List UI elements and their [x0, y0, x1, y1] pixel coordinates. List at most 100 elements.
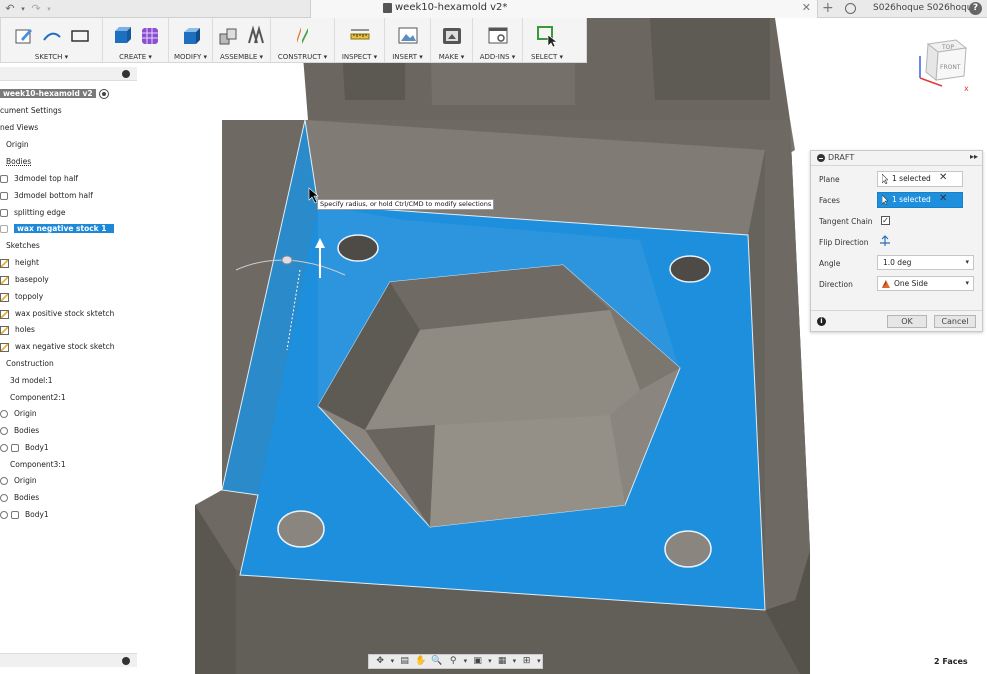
joint-icon[interactable] [245, 25, 267, 47]
construct-menu[interactable]: CONSTRUCT [278, 53, 327, 61]
insert-image-icon[interactable] [397, 25, 419, 47]
pan-icon[interactable]: ✋ [414, 656, 428, 667]
visibility-icon[interactable] [0, 192, 8, 200]
angle-handle[interactable] [281, 255, 293, 265]
sketch-icon[interactable] [0, 275, 9, 285]
browser-item-sketch[interactable]: wax positive stock sktetch [0, 307, 114, 320]
browser-item-bodies[interactable]: Bodies [0, 491, 39, 504]
visibility-icon[interactable] [0, 410, 8, 418]
extrude-icon[interactable] [111, 25, 133, 47]
display-settings-icon[interactable]: ▣ [471, 656, 485, 667]
activate-target-icon[interactable] [98, 89, 109, 99]
add-ins-group[interactable]: ADD-INS [473, 18, 523, 63]
help-icon[interactable]: ? [969, 2, 982, 15]
create-group[interactable]: CREATE [103, 18, 169, 63]
direction-dropdown-icon[interactable]: ▾ [965, 277, 969, 290]
angle-dropdown-icon[interactable]: ▾ [965, 256, 969, 269]
browser-collapse-icon[interactable] [122, 70, 130, 78]
browser-item-body[interactable]: 3dmodel top half [0, 172, 78, 185]
info-icon[interactable]: i [817, 317, 826, 326]
visibility-icon[interactable] [11, 444, 19, 452]
redo-dropdown-icon[interactable]: ▾ [46, 2, 52, 16]
measure-icon[interactable] [349, 25, 371, 47]
model-scene[interactable] [0, 18, 987, 674]
create-menu[interactable]: CREATE [119, 53, 152, 61]
new-tab-icon[interactable]: + [822, 0, 834, 16]
browser-item-sketch[interactable]: toppoly [0, 290, 43, 303]
make-group[interactable]: MAKE [431, 18, 473, 63]
modify-group[interactable]: MODIFY [169, 18, 213, 63]
inspect-menu[interactable]: INSPECT [342, 53, 377, 61]
plane-selection-field[interactable]: 1 selected [877, 171, 963, 187]
browser-item-sketch[interactable]: holes [0, 323, 35, 336]
browser-item-bodies[interactable]: Bodies [6, 155, 31, 168]
undo-dropdown-icon[interactable]: ▾ [20, 2, 26, 16]
rectangle-icon[interactable] [69, 25, 91, 47]
browser-item-body[interactable]: 3dmodel bottom half [0, 189, 93, 202]
browser-item-body[interactable]: Body1 [0, 508, 49, 521]
insert-group[interactable]: INSERT [385, 18, 431, 63]
select-menu[interactable]: SELECT [531, 53, 563, 61]
zoom-icon[interactable]: 🔍 [430, 656, 444, 667]
document-tab[interactable]: week10-hexamold v2* ✕ [310, 0, 818, 18]
visibility-icon[interactable] [0, 225, 8, 233]
visibility-icon[interactable] [0, 477, 8, 485]
clear-faces-icon[interactable]: ✕ [939, 193, 947, 204]
visibility-icon[interactable] [0, 427, 8, 435]
tangent-chain-checkbox[interactable]: ✓ [881, 216, 890, 225]
sketch-icon[interactable] [0, 258, 9, 268]
cancel-button[interactable]: Cancel [934, 315, 976, 328]
viewports-dropdown-icon[interactable]: ▾ [536, 656, 542, 667]
sketch-icon[interactable] [0, 309, 9, 319]
viewcube[interactable]: TOP FRONT x [912, 36, 974, 94]
undo-icon[interactable]: ↶ [2, 2, 18, 16]
sketch-icon[interactable] [0, 342, 9, 352]
form-icon[interactable] [139, 25, 161, 47]
visibility-icon[interactable] [0, 209, 8, 217]
zoom-dropdown-icon[interactable]: ▾ [462, 656, 468, 667]
grid-dropdown-icon[interactable]: ▾ [511, 656, 517, 667]
look-at-icon[interactable]: ▤ [397, 656, 411, 667]
browser-item-named-views[interactable]: ned Views [0, 121, 38, 134]
select-group[interactable]: SELECT [523, 18, 571, 63]
sketch-menu[interactable]: SKETCH [35, 53, 68, 61]
expand-icon[interactable] [0, 444, 8, 452]
browser-item-construction[interactable]: Construction [6, 357, 54, 370]
sketch-icon[interactable] [0, 325, 9, 335]
browser-item-document-settings[interactable]: cument Settings [0, 104, 62, 117]
scripts-icon[interactable] [487, 25, 509, 47]
clear-plane-icon[interactable]: ✕ [939, 172, 947, 183]
orbit-icon[interactable]: ✥ [373, 656, 387, 667]
insert-menu[interactable]: INSERT [392, 53, 423, 61]
browser-item-body-selected[interactable]: wax negative stock 1 [0, 222, 114, 235]
construct-group[interactable]: CONSTRUCT [271, 18, 335, 63]
browser-item-3d-model[interactable]: 3d model:1 [10, 374, 53, 387]
modify-menu[interactable]: MODIFY [174, 53, 207, 61]
browser-item-origin[interactable]: Origin [0, 407, 37, 420]
direction-select[interactable]: One Side ▾ [877, 276, 974, 291]
browser-item-body[interactable]: splitting edge [0, 206, 65, 219]
display-dropdown-icon[interactable]: ▾ [487, 656, 493, 667]
inspect-group[interactable]: INSPECT [335, 18, 385, 63]
user-name[interactable]: S026hoque S026hoque [873, 3, 978, 13]
browser-item-origin[interactable]: Origin [0, 474, 37, 487]
collapse-dialog-icon[interactable] [817, 154, 825, 162]
browser-root[interactable]: week10-hexamold v2 [0, 87, 109, 100]
offset-plane-icon[interactable] [292, 25, 314, 47]
viewports-icon[interactable]: ⊞ [520, 656, 534, 667]
grid-settings-icon[interactable]: ▦ [495, 656, 509, 667]
browser-item-sketch[interactable]: basepoly [0, 273, 49, 286]
ok-button[interactable]: OK [887, 315, 927, 328]
orbit-dropdown-icon[interactable]: ▾ [389, 656, 395, 667]
assemble-group[interactable]: ASSEMBLE [213, 18, 271, 63]
add-ins-menu[interactable]: ADD-INS [480, 53, 516, 61]
make-menu[interactable]: MAKE [439, 53, 465, 61]
3d-viewport[interactable] [0, 18, 987, 674]
sketch-icon[interactable] [0, 292, 9, 302]
flip-direction-icon[interactable] [879, 235, 891, 247]
sketch-group[interactable]: SKETCH [1, 18, 103, 63]
press-pull-icon[interactable] [180, 25, 202, 47]
job-status-icon[interactable] [845, 3, 856, 14]
visibility-icon[interactable] [11, 511, 19, 519]
3d-print-icon[interactable] [441, 25, 463, 47]
